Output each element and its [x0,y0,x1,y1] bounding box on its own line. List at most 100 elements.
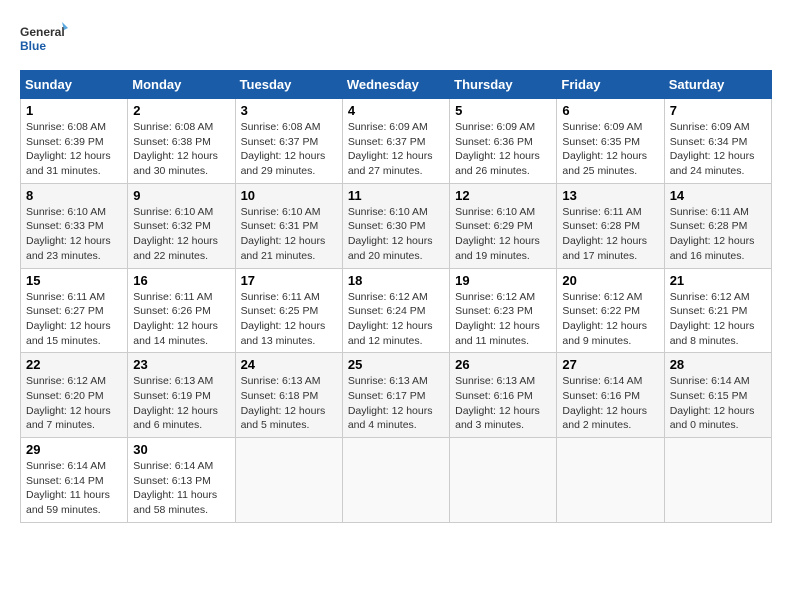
logo: General Blue [20,20,70,60]
day-number: 12 [455,188,551,203]
day-info: Sunrise: 6:12 AM Sunset: 6:23 PM Dayligh… [455,290,551,349]
day-number: 24 [241,357,337,372]
calendar-cell: 2 Sunrise: 6:08 AM Sunset: 6:38 PM Daylig… [128,99,235,184]
day-number: 4 [348,103,444,118]
day-info: Sunrise: 6:08 AM Sunset: 6:39 PM Dayligh… [26,120,122,179]
day-info: Sunrise: 6:09 AM Sunset: 6:35 PM Dayligh… [562,120,658,179]
day-number: 17 [241,273,337,288]
day-info: Sunrise: 6:10 AM Sunset: 6:33 PM Dayligh… [26,205,122,264]
day-info: Sunrise: 6:11 AM Sunset: 6:28 PM Dayligh… [562,205,658,264]
calendar-cell: 11Sunrise: 6:10 AM Sunset: 6:30 PM Dayli… [342,183,449,268]
day-info: Sunrise: 6:11 AM Sunset: 6:26 PM Dayligh… [133,290,229,349]
svg-text:Blue: Blue [20,39,46,53]
calendar-cell: 6 Sunrise: 6:09 AM Sunset: 6:35 PM Daylig… [557,99,664,184]
day-number: 23 [133,357,229,372]
day-number: 20 [562,273,658,288]
day-info: Sunrise: 6:12 AM Sunset: 6:24 PM Dayligh… [348,290,444,349]
day-number: 2 [133,103,229,118]
calendar-cell: 5 Sunrise: 6:09 AM Sunset: 6:36 PM Daylig… [450,99,557,184]
day-number: 14 [670,188,766,203]
calendar-cell: 12 Sunrise: 6:10 AM Sunset: 6:29 PM Dayli… [450,183,557,268]
day-info: Sunrise: 6:09 AM Sunset: 6:36 PM Dayligh… [455,120,551,179]
calendar-cell: 13 Sunrise: 6:11 AM Sunset: 6:28 PM Dayli… [557,183,664,268]
calendar-cell: 23 Sunrise: 6:13 AM Sunset: 6:19 PM Dayli… [128,353,235,438]
day-number: 21 [670,273,766,288]
calendar-cell: 25Sunrise: 6:13 AM Sunset: 6:17 PM Dayli… [342,353,449,438]
day-number: 3 [241,103,337,118]
day-number: 9 [133,188,229,203]
day-info: Sunrise: 6:08 AM Sunset: 6:38 PM Dayligh… [133,120,229,179]
day-number: 27 [562,357,658,372]
calendar-table: SundayMondayTuesdayWednesdayThursdayFrid… [20,70,772,523]
day-number: 19 [455,273,551,288]
day-number: 8 [26,188,122,203]
day-info: Sunrise: 6:08 AM Sunset: 6:37 PM Dayligh… [241,120,337,179]
day-number: 6 [562,103,658,118]
week-row-1: 1 Sunrise: 6:08 AM Sunset: 6:39 PM Daylig… [21,99,772,184]
calendar-cell: 1 Sunrise: 6:08 AM Sunset: 6:39 PM Daylig… [21,99,128,184]
day-number: 29 [26,442,122,457]
day-info: Sunrise: 6:10 AM Sunset: 6:29 PM Dayligh… [455,205,551,264]
weekday-thursday: Thursday [450,71,557,99]
day-number: 13 [562,188,658,203]
page-header: General Blue [20,20,772,60]
day-number: 18 [348,273,444,288]
calendar-cell: 26 Sunrise: 6:13 AM Sunset: 6:16 PM Dayli… [450,353,557,438]
week-row-3: 15Sunrise: 6:11 AM Sunset: 6:27 PM Dayli… [21,268,772,353]
calendar-cell: 22 Sunrise: 6:12 AM Sunset: 6:20 PM Dayli… [21,353,128,438]
weekday-tuesday: Tuesday [235,71,342,99]
calendar-cell: 20 Sunrise: 6:12 AM Sunset: 6:22 PM Dayli… [557,268,664,353]
calendar-cell: 17Sunrise: 6:11 AM Sunset: 6:25 PM Dayli… [235,268,342,353]
calendar-cell: 19 Sunrise: 6:12 AM Sunset: 6:23 PM Dayli… [450,268,557,353]
day-info: Sunrise: 6:12 AM Sunset: 6:22 PM Dayligh… [562,290,658,349]
day-info: Sunrise: 6:13 AM Sunset: 6:18 PM Dayligh… [241,374,337,433]
calendar-cell: 18 Sunrise: 6:12 AM Sunset: 6:24 PM Dayli… [342,268,449,353]
calendar-cell: 27Sunrise: 6:14 AM Sunset: 6:16 PM Dayli… [557,353,664,438]
day-info: Sunrise: 6:13 AM Sunset: 6:16 PM Dayligh… [455,374,551,433]
calendar-cell: 30Sunrise: 6:14 AM Sunset: 6:13 PM Dayli… [128,438,235,523]
day-number: 26 [455,357,551,372]
weekday-row: SundayMondayTuesdayWednesdayThursdayFrid… [21,71,772,99]
calendar-cell [342,438,449,523]
weekday-saturday: Saturday [664,71,771,99]
calendar-cell [664,438,771,523]
weekday-sunday: Sunday [21,71,128,99]
day-info: Sunrise: 6:09 AM Sunset: 6:34 PM Dayligh… [670,120,766,179]
day-number: 15 [26,273,122,288]
calendar-cell: 14 Sunrise: 6:11 AM Sunset: 6:28 PM Dayli… [664,183,771,268]
weekday-wednesday: Wednesday [342,71,449,99]
day-info: Sunrise: 6:14 AM Sunset: 6:14 PM Dayligh… [26,459,122,518]
day-number: 5 [455,103,551,118]
day-info: Sunrise: 6:10 AM Sunset: 6:30 PM Dayligh… [348,205,444,264]
day-info: Sunrise: 6:14 AM Sunset: 6:15 PM Dayligh… [670,374,766,433]
logo-svg: General Blue [20,20,70,60]
calendar-cell: 8 Sunrise: 6:10 AM Sunset: 6:33 PM Daylig… [21,183,128,268]
weekday-monday: Monday [128,71,235,99]
calendar-cell: 24 Sunrise: 6:13 AM Sunset: 6:18 PM Dayli… [235,353,342,438]
calendar-cell: 9 Sunrise: 6:10 AM Sunset: 6:32 PM Daylig… [128,183,235,268]
calendar-cell [450,438,557,523]
calendar-cell [557,438,664,523]
calendar-cell: 29 Sunrise: 6:14 AM Sunset: 6:14 PM Dayli… [21,438,128,523]
week-row-5: 29 Sunrise: 6:14 AM Sunset: 6:14 PM Dayli… [21,438,772,523]
day-info: Sunrise: 6:12 AM Sunset: 6:20 PM Dayligh… [26,374,122,433]
day-number: 7 [670,103,766,118]
day-info: Sunrise: 6:14 AM Sunset: 6:13 PM Dayligh… [133,459,229,518]
day-number: 16 [133,273,229,288]
day-number: 10 [241,188,337,203]
day-info: Sunrise: 6:13 AM Sunset: 6:17 PM Dayligh… [348,374,444,433]
day-number: 22 [26,357,122,372]
svg-text:General: General [20,25,65,39]
day-number: 1 [26,103,122,118]
calendar-cell: 7 Sunrise: 6:09 AM Sunset: 6:34 PM Daylig… [664,99,771,184]
day-info: Sunrise: 6:10 AM Sunset: 6:31 PM Dayligh… [241,205,337,264]
day-info: Sunrise: 6:13 AM Sunset: 6:19 PM Dayligh… [133,374,229,433]
calendar-cell: 16 Sunrise: 6:11 AM Sunset: 6:26 PM Dayli… [128,268,235,353]
calendar-cell: 4Sunrise: 6:09 AM Sunset: 6:37 PM Daylig… [342,99,449,184]
calendar-cell: 28Sunrise: 6:14 AM Sunset: 6:15 PM Dayli… [664,353,771,438]
calendar-body: 1 Sunrise: 6:08 AM Sunset: 6:39 PM Daylig… [21,99,772,523]
day-info: Sunrise: 6:10 AM Sunset: 6:32 PM Dayligh… [133,205,229,264]
day-info: Sunrise: 6:11 AM Sunset: 6:28 PM Dayligh… [670,205,766,264]
calendar-cell: 15Sunrise: 6:11 AM Sunset: 6:27 PM Dayli… [21,268,128,353]
calendar-cell: 10 Sunrise: 6:10 AM Sunset: 6:31 PM Dayli… [235,183,342,268]
